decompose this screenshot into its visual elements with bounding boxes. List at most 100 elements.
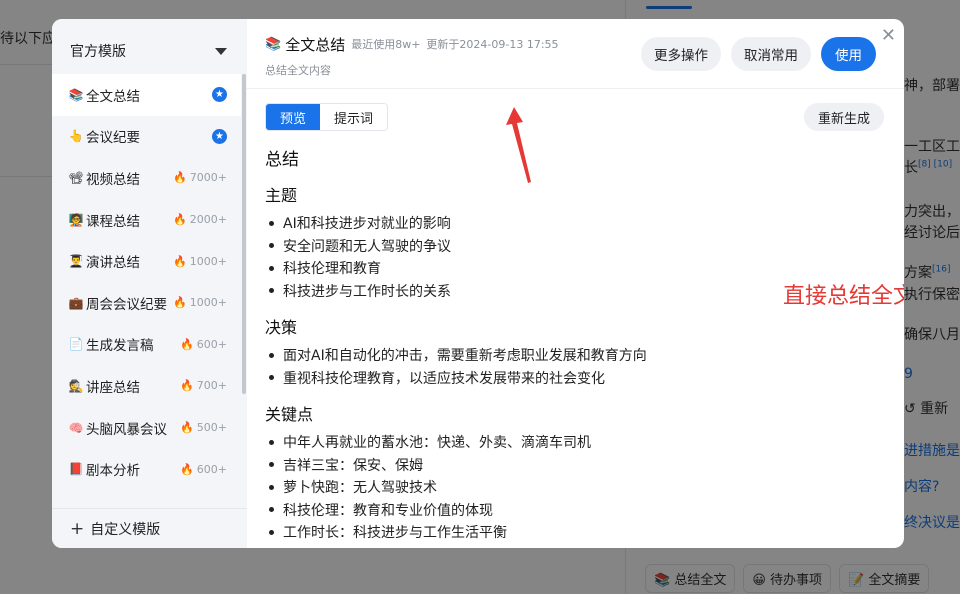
books-icon: 📚 xyxy=(265,37,282,52)
list-item: 中年人再就业的蓄水池：快递、外卖、滴滴车司机 xyxy=(265,431,865,454)
sidebar-item[interactable]: 🧑‍🏫 课程总结 🔥 2000+ xyxy=(52,199,241,241)
usage-count-badge: 🔥 1000+ xyxy=(173,255,227,268)
sidebar-item-label: 演讲总结 xyxy=(86,255,140,272)
sidebar-item-label: 讲座总结 xyxy=(86,379,140,396)
favorite-star-icon[interactable]: ★ xyxy=(212,87,227,103)
bullet-list: AI和科技进步对就业的影响 安全问题和无人驾驶的争议 科技伦理和教育 科技进步与工作时… xyxy=(265,212,865,302)
list-item: 科技进步与工作时长的关系 xyxy=(265,280,865,303)
usage-count-badge: 🔥 500+ xyxy=(180,421,227,434)
flame-icon: 🔥 xyxy=(180,421,194,435)
sidebar-item-label: 课程总结 xyxy=(86,213,140,230)
favorite-star-icon[interactable]: ★ xyxy=(212,128,227,144)
use-template-button[interactable]: 使用 xyxy=(821,37,876,71)
caret-down-icon xyxy=(215,47,227,55)
usage-count-text: 1000+ xyxy=(189,296,227,310)
flame-icon: 🔥 xyxy=(173,254,187,268)
list-item: 安全问题和无人驾驶的争议 xyxy=(265,235,865,258)
usage-count-badge: 🔥 7000+ xyxy=(173,171,227,184)
sidebar-item[interactable]: 📄 生成发言稿 🔥 600+ xyxy=(52,324,241,366)
section-heading: 主题 xyxy=(265,186,298,205)
sidebar-item-label: 全文总结 xyxy=(86,88,140,105)
template-description: 总结全文内容 xyxy=(265,64,331,77)
usage-count-badge: 🔥 1000+ xyxy=(173,296,227,309)
list-item: 重视科技伦理教育，以适应技术发展带来的社会变化 xyxy=(265,367,865,390)
flame-icon: 🔥 xyxy=(180,337,194,351)
template-emoji-icon: 👨‍🎓 xyxy=(68,254,84,269)
usage-count-text: 2000+ xyxy=(189,213,227,227)
list-item: 吉祥三宝：保安、保姆 xyxy=(265,454,865,477)
flame-icon: 🔥 xyxy=(173,171,187,185)
usage-count-badge: 🔥 600+ xyxy=(180,338,227,351)
template-emoji-icon: 🧑‍🏫 xyxy=(68,212,84,227)
sidebar-item[interactable]: 生成培训稿 xyxy=(52,490,241,501)
sidebar-item-label: 会议纪要 xyxy=(86,130,140,147)
list-item: 工作时长：科技进步与工作生活平衡 xyxy=(265,521,865,544)
flame-icon: 🔥 xyxy=(180,379,194,393)
sidebar-item[interactable]: 💼 周会会议纪要 🔥 1000+ xyxy=(52,282,241,324)
sidebar-item-label: 周会会议纪要 xyxy=(86,296,167,313)
sidebar-item-label: 视频总结 xyxy=(86,171,140,188)
template-emoji-icon: 📄 xyxy=(68,337,84,352)
tab-prompt[interactable]: 提示词 xyxy=(320,104,388,130)
usage-count-text: 1000+ xyxy=(189,254,227,268)
tab-preview[interactable]: 预览 xyxy=(266,104,321,130)
sidebar-item[interactable]: 📚 全文总结 ★ xyxy=(52,74,241,116)
section-heading: 决策 xyxy=(265,318,298,337)
template-list: 📚 全文总结 ★ 👆 会议纪要 ★ 📽 视频总结 🔥 7000+ 🧑‍🏫 课程总结 🔥 2000+ 👨‍🎓 演… xyxy=(52,74,241,501)
section-heading: 关键点 xyxy=(265,405,314,424)
sidebar-item[interactable]: 🧠 头脑风暴会议 🔥 500+ xyxy=(52,407,241,449)
template-title: 📚 全文总结 xyxy=(265,34,345,55)
sidebar-item-label: 生成发言稿 xyxy=(86,338,154,355)
sidebar-scrollbar[interactable] xyxy=(242,74,246,394)
template-emoji-icon: 🧠 xyxy=(68,420,84,435)
detail-header: 📚 全文总结 最近使用8w+ 更新于2024-09-13 17:55 总结全文内… xyxy=(247,19,904,89)
template-emoji-icon: 🕵 xyxy=(68,378,84,393)
sidebar-item[interactable]: 👆 会议纪要 ★ xyxy=(52,116,241,158)
annotation-arrow-icon xyxy=(506,107,531,183)
usage-count-text: 600+ xyxy=(196,337,227,351)
usage-count-text: 700+ xyxy=(196,379,227,393)
usage-count-text: 500+ xyxy=(196,421,227,435)
bullet-list: 中年人再就业的蓄水池：快递、外卖、滴滴车司机 吉祥三宝：保安、保姆 萝卜快跑：无人驾… xyxy=(265,431,865,544)
sidebar-item[interactable]: 📕 剧本分析 🔥 600+ xyxy=(52,448,241,490)
custom-template-button[interactable]: + 自定义模版 xyxy=(52,508,247,548)
usage-count: 最近使用8w+ xyxy=(351,38,421,51)
more-actions-button[interactable]: 更多操作 xyxy=(641,37,721,71)
template-emoji-icon: 💼 xyxy=(68,295,84,310)
list-item: 萝卜快跑：无人驾驶技术 xyxy=(265,476,865,499)
annotation-text: 直接总结全文重点 xyxy=(783,284,904,309)
custom-template-label: 自定义模版 xyxy=(90,521,161,538)
sidebar-item-label: 剧本分析 xyxy=(86,463,140,480)
template-emoji-icon: 📽 xyxy=(68,170,84,185)
template-emoji-icon: 📕 xyxy=(68,462,84,477)
preview-content: 总结 主题 AI和科技进步对就业的影响 安全问题和无人驾驶的争议 科技伦理和教育 科技进… xyxy=(265,145,865,544)
list-item: AI和科技进步对就业的影响 xyxy=(265,212,865,235)
template-category-label: 官方模版 xyxy=(70,44,126,60)
bullet-list: 面对AI和自动化的冲击，需要重新考虑职业发展和教育方向 重视科技伦理教育，以适应技… xyxy=(265,344,865,389)
list-item: 面对AI和自动化的冲击，需要重新考虑职业发展和教育方向 xyxy=(265,344,865,367)
regenerate-button[interactable]: 重新生成 xyxy=(803,103,884,131)
view-tabs: 预览 提示词 xyxy=(265,103,389,131)
flame-icon: 🔥 xyxy=(173,213,187,227)
template-emoji-icon: 👆 xyxy=(68,129,84,144)
template-sidebar: 官方模版 📚 全文总结 ★ 👆 会议纪要 ★ 📽 视频总结 🔥 7000+ 🧑‍🏫 课程总结 🔥 2000… xyxy=(52,19,247,548)
usage-count-badge: 🔥 600+ xyxy=(180,463,227,476)
close-icon[interactable]: ✕ xyxy=(881,27,896,45)
sidebar-item[interactable]: 📽 视频总结 🔥 7000+ xyxy=(52,157,241,199)
usage-count-text: 7000+ xyxy=(189,171,227,185)
usage-count-badge: 🔥 2000+ xyxy=(173,213,227,226)
plus-icon: + xyxy=(70,518,85,539)
usage-count-badge: 🔥 700+ xyxy=(180,379,227,392)
template-title-text: 全文总结 xyxy=(285,36,346,54)
flame-icon: 🔥 xyxy=(180,462,194,476)
flame-icon: 🔥 xyxy=(173,296,187,310)
template-emoji-icon: 📚 xyxy=(68,87,84,102)
sidebar-item[interactable]: 🕵 讲座总结 🔥 700+ xyxy=(52,365,241,407)
template-detail: 📚 全文总结 最近使用8w+ 更新于2024-09-13 17:55 总结全文内… xyxy=(247,19,904,548)
list-item: 科技伦理：教育和专业价值的体现 xyxy=(265,499,865,522)
sidebar-item-label: 头脑风暴会议 xyxy=(86,421,167,438)
unfavorite-button[interactable]: 取消常用 xyxy=(731,37,811,71)
template-modal: 官方模版 📚 全文总结 ★ 👆 会议纪要 ★ 📽 视频总结 🔥 7000+ 🧑‍🏫 课程总结 🔥 2000… xyxy=(52,19,904,548)
sidebar-item[interactable]: 👨‍🎓 演讲总结 🔥 1000+ xyxy=(52,240,241,282)
usage-count-text: 600+ xyxy=(196,462,227,476)
